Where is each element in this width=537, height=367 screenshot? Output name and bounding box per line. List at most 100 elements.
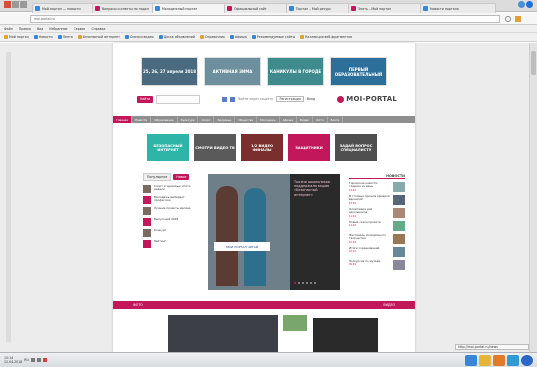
list-item[interactable]: Рейтинг <box>143 239 199 248</box>
nav-item[interactable]: Блоги <box>328 116 344 123</box>
section-photo[interactable]: ФОТО <box>133 303 143 307</box>
site-search-input[interactable] <box>156 94 200 104</box>
nav-item[interactable]: Образование <box>151 116 178 123</box>
promo-tile[interactable]: ЗАДАЙ ВОПРОС СПЕЦИАЛИСТУ <box>335 134 377 161</box>
slider-dot[interactable] <box>298 282 300 284</box>
bookmark-item[interactable]: Рекомендуемые сайты <box>251 35 295 39</box>
slider-dots[interactable] <box>294 282 316 284</box>
social-icon[interactable] <box>222 96 228 102</box>
promo-banner[interactable]: АКТИВНАЯ ЗИМА <box>204 57 261 86</box>
media-taskbar-icon[interactable] <box>493 355 505 366</box>
tab-popular[interactable]: Популярное <box>143 173 172 181</box>
promo-banner[interactable]: ПЕРВЫЙ ОБРАЗОВАТЕЛЬНЫЙ <box>330 57 387 86</box>
language-indicator[interactable]: RU <box>24 358 29 362</box>
close-icon[interactable] <box>4 1 11 8</box>
address-text[interactable]: moi-portal.ru <box>34 17 55 21</box>
back-icon[interactable] <box>526 1 533 8</box>
promo-tile[interactable]: СМОТРИ ВИДЕО ТВ <box>194 134 236 161</box>
clock[interactable]: 15:14 12.04.2018 <box>4 356 22 364</box>
nav-item[interactable]: Фото <box>313 116 328 123</box>
news-item[interactable]: Новый сезон проекта 11.04 <box>349 220 405 231</box>
browser-tab[interactable]: Портал – Мой ресурс <box>286 3 352 13</box>
browser-tab[interactable]: Новости портала <box>420 3 496 13</box>
bookmark-item[interactable]: Мой портал <box>4 35 29 39</box>
bookmark-item[interactable]: Новости <box>33 35 53 39</box>
minimize-icon[interactable] <box>20 1 27 8</box>
browser-tab[interactable]: Молодежный портал <box>152 3 228 13</box>
news-item[interactable]: Фестиваль молодёжного творчества 10.04 <box>349 233 405 244</box>
social-icon[interactable] <box>230 96 236 102</box>
photo-thumbnail[interactable] <box>313 318 378 352</box>
slider-dot[interactable] <box>302 282 304 284</box>
promo-banner[interactable]: 25, 26, 27 апреля 2018 <box>141 57 198 86</box>
hero-slider[interactable]: МОИ ПОРТАЛ ЧИТАЙ Тысячи школьников подде… <box>208 174 340 290</box>
nav-item[interactable]: Новости <box>132 116 152 123</box>
forward-icon[interactable] <box>518 1 525 8</box>
promo-tile[interactable]: 1/2 ВИДЕО ФИНАЛЫ <box>241 134 283 161</box>
folder-taskbar-icon[interactable] <box>479 355 491 366</box>
news-item[interactable]: Экскурсия по музеям 09.04 <box>349 259 405 270</box>
login-social-link[interactable]: Войти через соцсети <box>238 97 273 101</box>
nav-item[interactable]: Здоровье <box>214 116 236 123</box>
news-item[interactable]: Городские новости: главное за день 12.04 <box>349 181 405 192</box>
network-icon[interactable] <box>36 358 41 362</box>
menu-item[interactable]: Справка <box>91 27 105 31</box>
promo-banner[interactable]: КАНИКУЛЫ В ГОРОДЕ <box>267 57 324 86</box>
news-item[interactable]: В столице прошла ярмарка вакансий 12.04 <box>349 194 405 205</box>
star-icon[interactable] <box>515 16 521 22</box>
browser-taskbar-icon[interactable] <box>465 355 477 366</box>
video-thumbnail[interactable] <box>168 315 278 352</box>
bookmark-item[interactable]: Лента <box>57 35 73 39</box>
search-icon[interactable] <box>505 16 511 22</box>
bookmark-item[interactable]: Смотри видео <box>125 35 154 39</box>
browser-tab[interactable]: Знать – Мой портал <box>348 3 424 13</box>
search-button[interactable]: Найти <box>137 95 153 103</box>
volume-icon[interactable] <box>30 358 35 362</box>
nav-item[interactable]: Культура <box>178 116 199 123</box>
notification-icon[interactable] <box>42 358 47 362</box>
menu-item[interactable]: Сервис <box>74 27 86 31</box>
menu-item[interactable]: Правка <box>19 27 31 31</box>
ie-taskbar-icon[interactable] <box>507 355 519 366</box>
nav-item[interactable]: Главная <box>113 116 133 123</box>
list-item[interactable]: Конкурс <box>143 228 199 237</box>
nav-item[interactable]: Спорт <box>198 116 215 123</box>
nav-item[interactable]: Молодежь <box>257 116 280 123</box>
register-link[interactable]: Регистрация <box>276 96 304 102</box>
bookmark-item[interactable]: Справочник <box>199 35 225 39</box>
news-item[interactable]: Олимпиада для школьников 11.04 <box>349 207 405 218</box>
scroll-thumb[interactable] <box>531 51 536 75</box>
nav-item[interactable]: Видео <box>297 116 314 123</box>
bookmark-item[interactable]: Доска объявлений <box>158 35 195 39</box>
slider-dot[interactable] <box>306 282 308 284</box>
photo-thumbnail[interactable] <box>283 315 307 331</box>
menu-item[interactable]: Файл <box>4 27 13 31</box>
list-item[interactable]: Выпускной 2018 <box>143 217 199 226</box>
address-field[interactable]: moi-portal.ru <box>30 15 500 23</box>
menu-item[interactable]: Избранное <box>49 27 67 31</box>
news-item[interactable]: Итоги соревнований 10.04 <box>349 246 405 257</box>
list-item[interactable]: Молодёжь выбирает профессию <box>143 195 199 204</box>
list-item[interactable]: Спорт и здоровье: итоги недели <box>143 184 199 193</box>
browser-tab[interactable]: Мой-портал — новости <box>32 3 96 13</box>
slider-dot[interactable] <box>310 282 312 284</box>
section-video[interactable]: ВИДЕО <box>383 303 395 307</box>
slider-dot[interactable] <box>314 282 316 284</box>
vertical-scrollbar[interactable] <box>529 43 537 352</box>
site-logo[interactable]: MOI-PORTAL <box>346 95 397 103</box>
bookmark-item[interactable]: Коллекция веб-фрагментов <box>300 35 352 39</box>
bookmark-item[interactable]: Безопасный интернет <box>77 35 120 39</box>
bookmark-item[interactable]: Афиша <box>230 35 247 39</box>
slider-dot[interactable] <box>294 282 296 284</box>
browser-tab[interactable]: Вопросы и ответы по подкл <box>92 3 156 13</box>
login-link[interactable]: Вход <box>307 97 315 101</box>
tab-new[interactable]: Новое <box>173 174 190 180</box>
nav-item[interactable]: Общество <box>235 116 258 123</box>
nav-item[interactable]: Афиша <box>280 116 297 123</box>
start-button-icon[interactable] <box>521 355 533 366</box>
menu-item[interactable]: Вид <box>37 27 43 31</box>
maximize-icon[interactable] <box>12 1 19 8</box>
promo-tile[interactable]: БЕЗОПАСНЫЙ ИНТЕРНЕТ <box>147 134 189 161</box>
browser-tab[interactable]: Официальный сайт <box>224 3 290 13</box>
promo-tile[interactable]: ЗАЩИТНИКИ <box>288 134 330 161</box>
